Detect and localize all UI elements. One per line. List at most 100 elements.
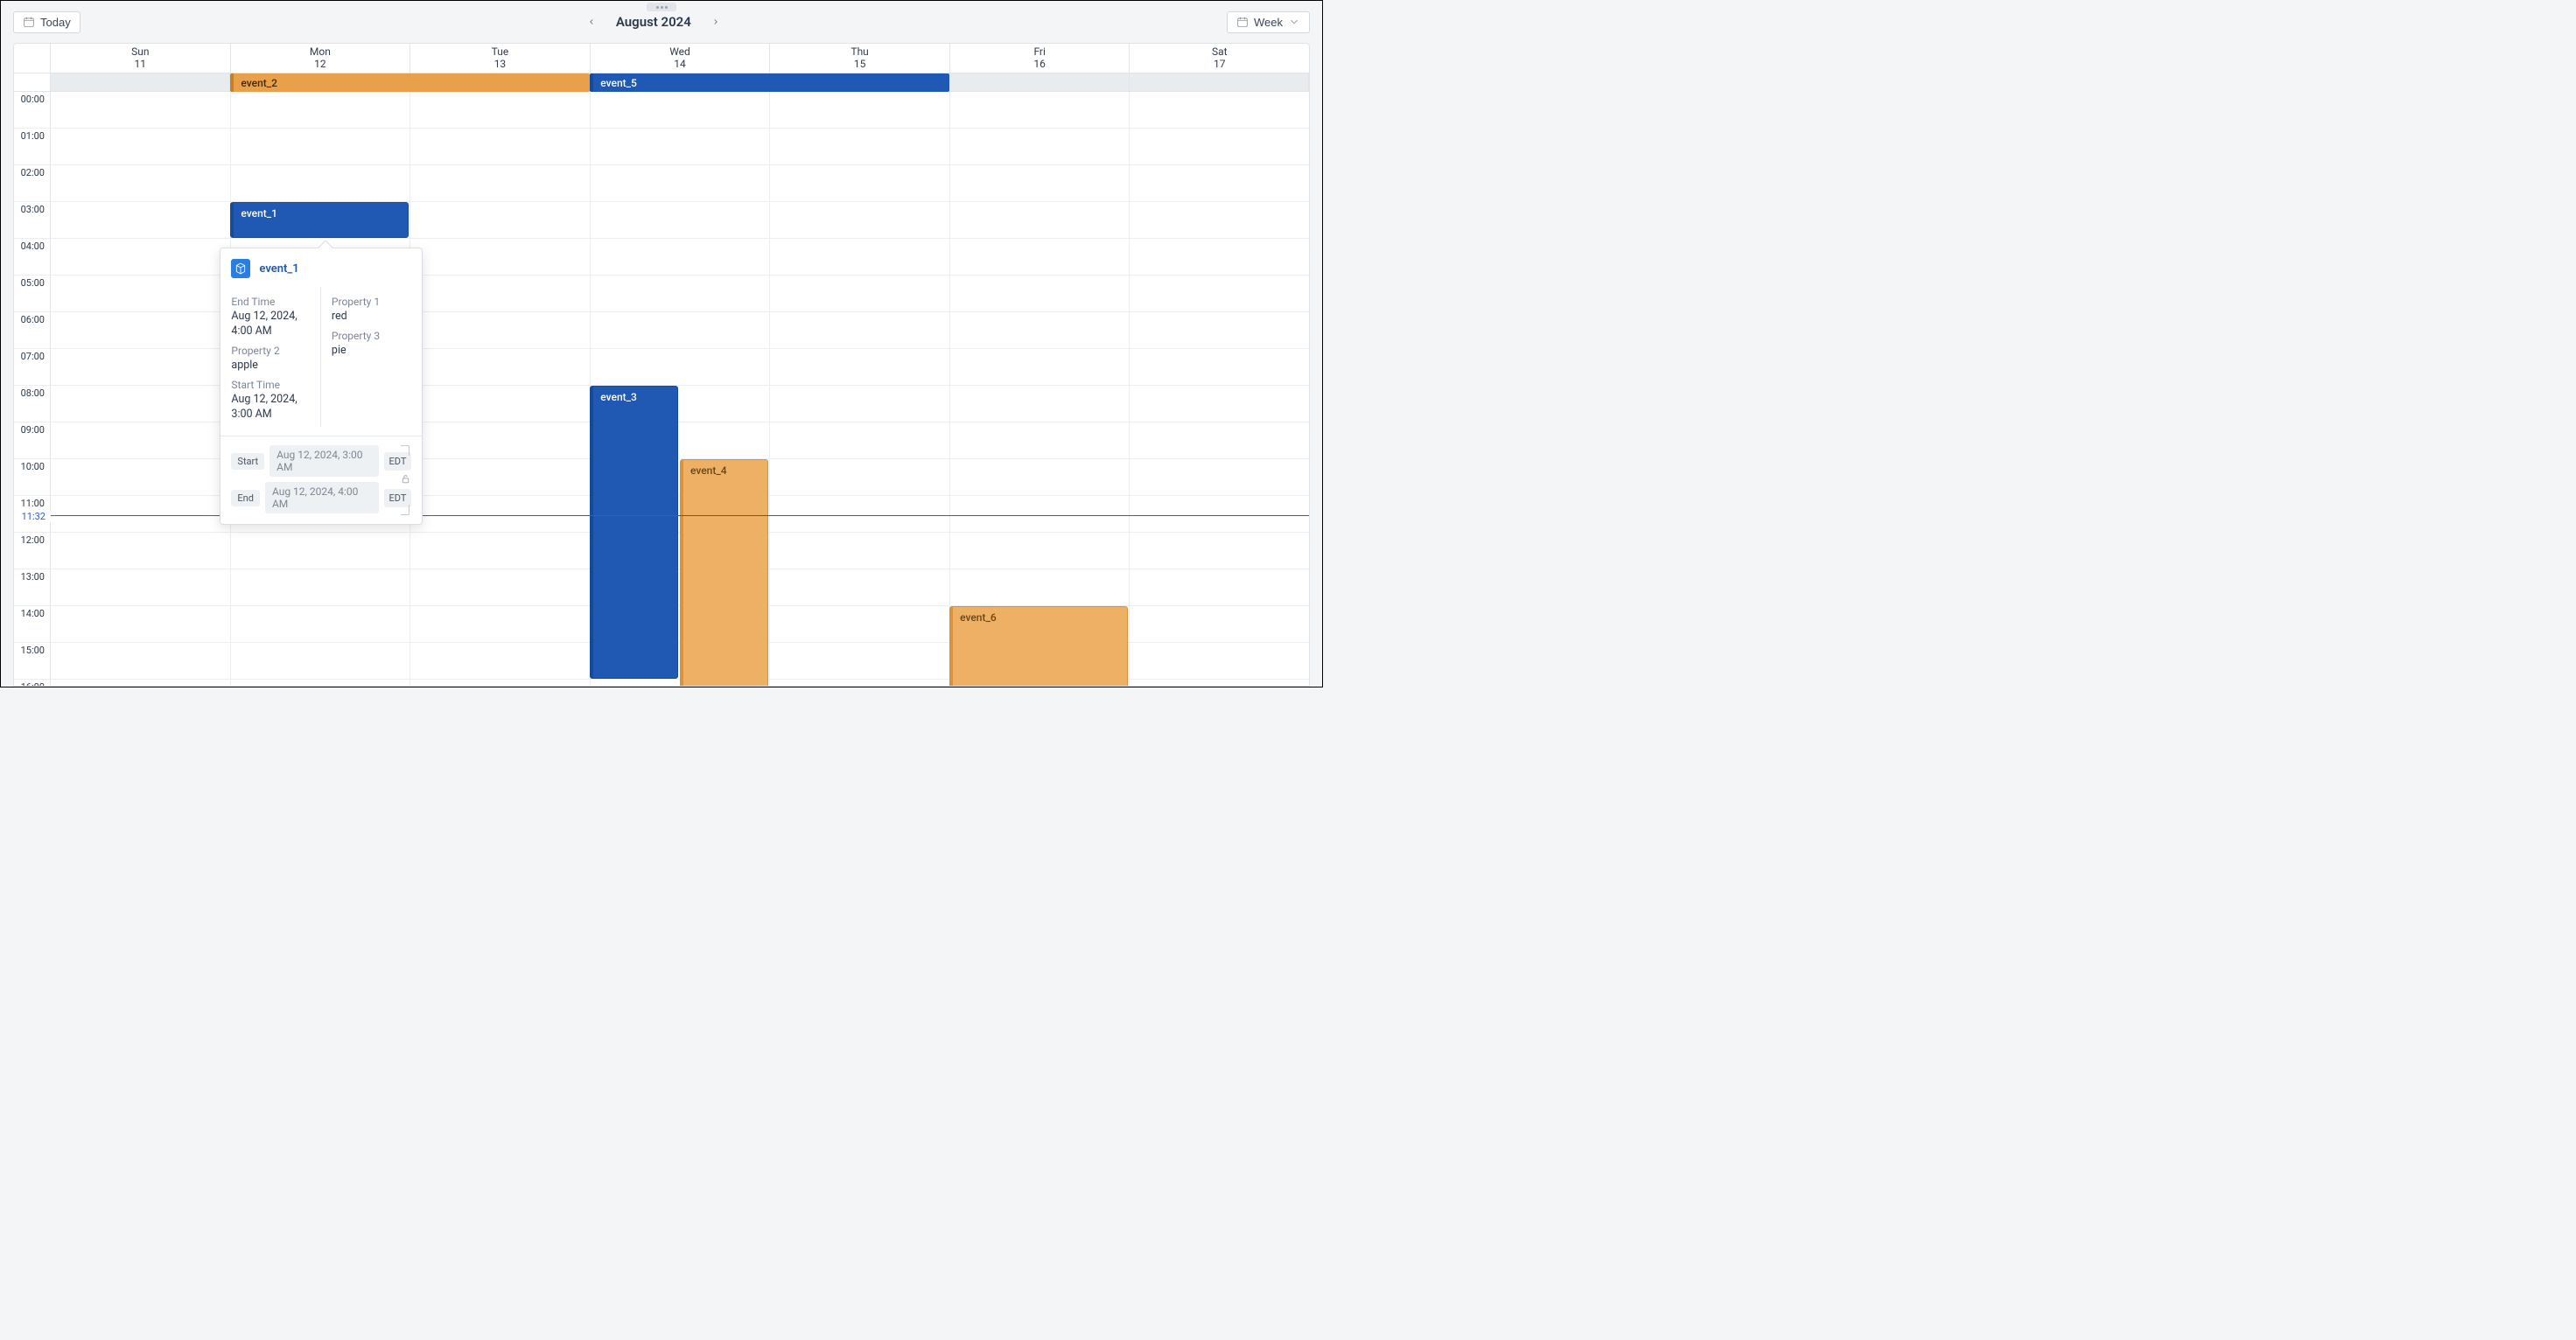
time-cell[interactable] <box>770 312 950 348</box>
time-cell[interactable] <box>770 606 950 642</box>
time-cell[interactable] <box>410 312 591 348</box>
time-cell[interactable] <box>591 349 771 385</box>
time-cell[interactable] <box>770 165 950 201</box>
time-cell[interactable] <box>770 533 950 569</box>
time-cell[interactable] <box>770 680 950 686</box>
time-cell[interactable] <box>950 349 1130 385</box>
start-time-input[interactable]: Aug 12, 2024, 3:00 AM <box>270 445 378 477</box>
time-cell[interactable] <box>591 165 771 201</box>
end-time-input[interactable]: Aug 12, 2024, 4:00 AM <box>265 482 379 513</box>
time-cell[interactable] <box>950 496 1130 532</box>
time-cell[interactable] <box>51 349 231 385</box>
time-cell[interactable] <box>51 422 231 458</box>
timed-event[interactable]: event_3 <box>590 386 678 679</box>
time-cell[interactable] <box>410 459 591 495</box>
time-cell[interactable] <box>410 349 591 385</box>
time-cell[interactable] <box>51 312 231 348</box>
day-header-thu[interactable]: Thu15 <box>770 44 950 73</box>
time-cell[interactable] <box>950 165 1130 201</box>
time-cell[interactable] <box>410 92 591 128</box>
time-cell[interactable] <box>1130 422 1309 458</box>
time-cell[interactable] <box>1130 386 1309 422</box>
time-cell[interactable] <box>231 606 411 642</box>
time-cell[interactable] <box>51 680 231 686</box>
time-cell[interactable] <box>1130 459 1309 495</box>
time-cell[interactable] <box>1130 643 1309 679</box>
time-cell[interactable] <box>770 276 950 311</box>
time-cell[interactable] <box>410 129 591 164</box>
time-cell[interactable] <box>231 643 411 679</box>
time-cell[interactable] <box>591 312 771 348</box>
timed-event[interactable]: event_1 <box>230 202 408 238</box>
time-cell[interactable] <box>591 129 771 164</box>
time-cell[interactable] <box>51 533 231 569</box>
time-cell[interactable] <box>770 239 950 275</box>
lock-icon[interactable] <box>400 473 411 488</box>
day-header-sun[interactable]: Sun11 <box>51 44 231 73</box>
time-cell[interactable] <box>770 202 950 238</box>
time-cell[interactable] <box>51 496 231 532</box>
time-cell[interactable] <box>950 569 1130 605</box>
time-cell[interactable] <box>591 202 771 238</box>
allday-cell[interactable] <box>949 73 1129 91</box>
next-button[interactable] <box>705 11 726 32</box>
allday-cell[interactable] <box>51 73 230 91</box>
time-cell[interactable] <box>770 496 950 532</box>
allday-event[interactable]: event_5 <box>590 73 949 92</box>
time-cell[interactable] <box>1130 92 1309 128</box>
time-cell[interactable] <box>51 569 231 605</box>
time-cell[interactable] <box>1130 239 1309 275</box>
time-cell[interactable] <box>410 276 591 311</box>
time-cell[interactable] <box>1130 276 1309 311</box>
time-cell[interactable] <box>770 459 950 495</box>
drag-handle-icon[interactable] <box>647 3 676 11</box>
time-cell[interactable] <box>231 533 411 569</box>
time-cell[interactable] <box>950 92 1130 128</box>
day-header-fri[interactable]: Fri16 <box>950 44 1130 73</box>
time-cell[interactable] <box>410 422 591 458</box>
timed-event[interactable]: event_6 <box>949 606 1127 686</box>
time-cell[interactable] <box>770 129 950 164</box>
time-cell[interactable] <box>410 239 591 275</box>
time-cell[interactable] <box>51 92 231 128</box>
time-cell[interactable] <box>231 569 411 605</box>
time-cell[interactable] <box>1130 496 1309 532</box>
time-cell[interactable] <box>410 165 591 201</box>
time-cell[interactable] <box>51 129 231 164</box>
day-header-tue[interactable]: Tue13 <box>410 44 591 73</box>
time-cell[interactable] <box>51 386 231 422</box>
time-cell[interactable] <box>51 165 231 201</box>
time-cell[interactable] <box>770 349 950 385</box>
time-cell[interactable] <box>51 276 231 311</box>
time-cell[interactable] <box>950 312 1130 348</box>
time-cell[interactable] <box>410 606 591 642</box>
time-cell[interactable] <box>1130 606 1309 642</box>
time-cell[interactable] <box>410 533 591 569</box>
time-cell[interactable] <box>410 643 591 679</box>
time-cell[interactable] <box>1130 569 1309 605</box>
time-cell[interactable] <box>591 239 771 275</box>
time-cell[interactable] <box>591 276 771 311</box>
time-cell[interactable] <box>231 680 411 686</box>
time-cell[interactable] <box>950 276 1130 311</box>
timed-event[interactable]: event_4 <box>680 459 768 686</box>
day-header-wed[interactable]: Wed14 <box>591 44 771 73</box>
time-cell[interactable] <box>231 165 411 201</box>
time-cell[interactable] <box>51 606 231 642</box>
time-cell[interactable] <box>51 643 231 679</box>
time-cell[interactable] <box>410 496 591 532</box>
day-header-mon[interactable]: Mon12 <box>231 44 411 73</box>
view-select[interactable]: Week <box>1227 11 1310 33</box>
time-cell[interactable] <box>950 459 1130 495</box>
time-cell[interactable] <box>591 92 771 128</box>
time-cell[interactable] <box>410 202 591 238</box>
time-cell[interactable] <box>1130 680 1309 686</box>
time-cell[interactable] <box>770 569 950 605</box>
time-cell[interactable] <box>950 422 1130 458</box>
today-button[interactable]: Today <box>13 11 80 33</box>
popover-title[interactable]: event_1 <box>259 262 298 276</box>
day-header-sat[interactable]: Sat17 <box>1130 44 1309 73</box>
allday-event[interactable]: event_2 <box>230 73 590 92</box>
time-cell[interactable] <box>770 92 950 128</box>
time-cell[interactable] <box>950 533 1130 569</box>
